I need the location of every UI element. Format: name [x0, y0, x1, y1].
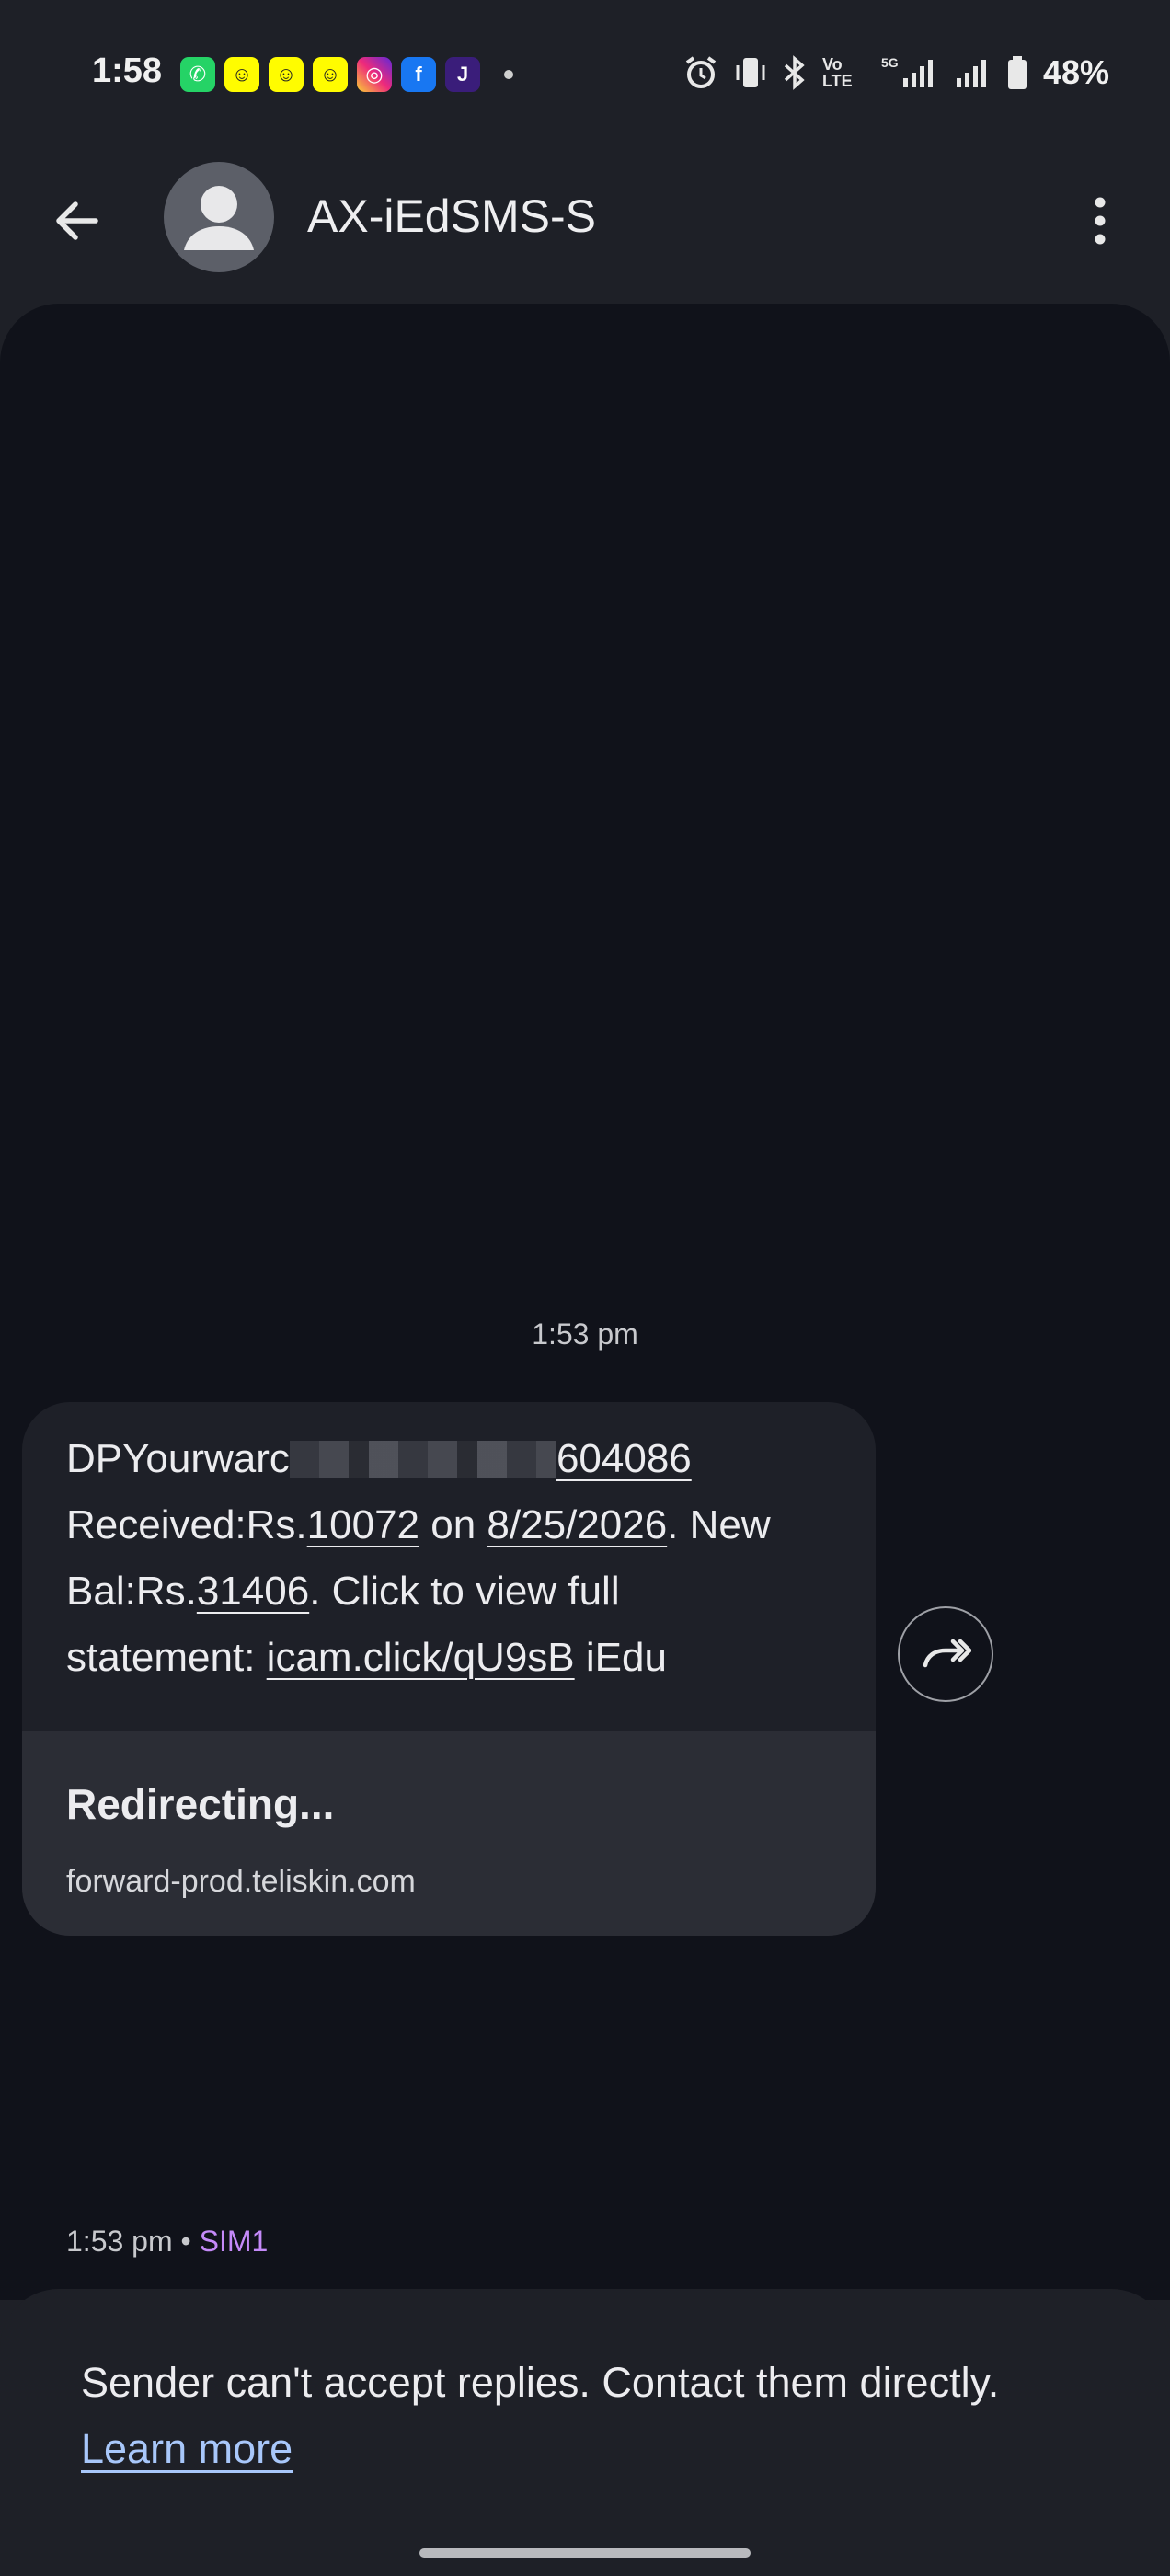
statement-label: statement:	[66, 1635, 267, 1680]
received-label: Received:Rs.	[66, 1502, 307, 1547]
contact-avatar[interactable]	[164, 162, 274, 272]
status-time: 1:58	[92, 52, 163, 90]
balance-link[interactable]: 31406	[197, 1569, 309, 1614]
snapchat-icon: ☺	[313, 57, 348, 92]
vibrate-icon	[736, 58, 765, 87]
forward-button[interactable]	[898, 1606, 993, 1702]
more-vert-icon	[1095, 197, 1106, 245]
reply-notice-panel: Sender can't accept replies. Contact the…	[0, 2289, 1170, 2576]
forward-icon	[923, 1639, 971, 1668]
snapchat-icon: ☺	[224, 57, 259, 92]
instagram-icon: ◎	[357, 57, 392, 92]
sender-signature: iEdu	[574, 1635, 667, 1680]
volte-icon: Vo LTE	[821, 55, 853, 90]
learn-more-link[interactable]: Learn more	[81, 2425, 292, 2472]
link-preview-title: Redirecting...	[66, 1780, 335, 1828]
click-text: . Click to view full	[309, 1569, 620, 1614]
status-bar: 1:58 ✆ ☺ ☺ ☺ ◎ f J Vo LTE 5G 48%	[0, 0, 1170, 147]
link-preview-domain: forward-prod.teliskin.com	[66, 1864, 416, 1899]
home-indicator[interactable]	[419, 2548, 751, 2558]
system-icons: Vo LTE 5G 48%	[682, 53, 1109, 92]
sim-label: SIM1	[199, 2225, 269, 2258]
message-bubble[interactable]: DPYourwarc 604086 Received:Rs.10072 on 8/…	[22, 1402, 876, 1936]
meta-separator: •	[172, 2225, 200, 2258]
link-preview[interactable]: Redirecting... forward-prod.teliskin.com	[22, 1731, 876, 1936]
message-text: DPYourwarc 604086 Received:Rs.10072 on 8/…	[66, 1426, 848, 1691]
statement-link[interactable]: icam.click/qU9sB	[267, 1635, 575, 1680]
jar-app-icon: J	[445, 57, 480, 92]
date-link[interactable]: 8/25/2026	[487, 1502, 667, 1547]
contact-name[interactable]: AX-iEdSMS-S	[307, 190, 596, 243]
amount-link[interactable]: 10072	[307, 1502, 419, 1547]
facebook-icon: f	[401, 57, 436, 92]
app-bar: AX-iEdSMS-S	[0, 147, 1170, 285]
battery-icon	[1007, 56, 1027, 89]
more-options-button[interactable]	[1063, 184, 1137, 258]
conversation-area[interactable]	[0, 304, 1170, 2300]
signal-5g-icon: 5G	[881, 55, 933, 87]
reply-notice-text: Sender can't accept replies. Contact the…	[81, 2359, 1000, 2406]
reply-notice: Sender can't accept replies. Contact the…	[81, 2350, 1111, 2482]
snapchat-icon: ☺	[269, 57, 304, 92]
message-meta: 1:53 pm • SIM1	[66, 2225, 268, 2259]
notification-icons: ✆ ☺ ☺ ☺ ◎ f J	[180, 57, 513, 92]
battery-percent: 48%	[1042, 53, 1109, 91]
bluetooth-icon	[784, 55, 805, 90]
redacted-account-number	[289, 1441, 556, 1478]
message-timestamp: 1:53 pm	[532, 1317, 638, 1351]
message-time: 1:53 pm	[66, 2225, 173, 2258]
balance-label: Bal:Rs.	[66, 1569, 197, 1614]
message-line1-prefix: DPYourwarc	[66, 1436, 290, 1481]
back-button[interactable]	[40, 184, 114, 258]
whatsapp-icon: ✆	[180, 57, 215, 92]
svg-text:5G: 5G	[881, 55, 899, 70]
new-label: . New	[667, 1502, 771, 1547]
account-number-suffix[interactable]: 604086	[556, 1436, 692, 1481]
person-icon	[184, 186, 254, 250]
signal-icon	[956, 60, 986, 87]
on-label: on	[419, 1502, 488, 1547]
arrow-back-icon	[56, 201, 98, 240]
more-notifications-dot	[504, 70, 513, 79]
alarm-icon	[685, 56, 717, 88]
